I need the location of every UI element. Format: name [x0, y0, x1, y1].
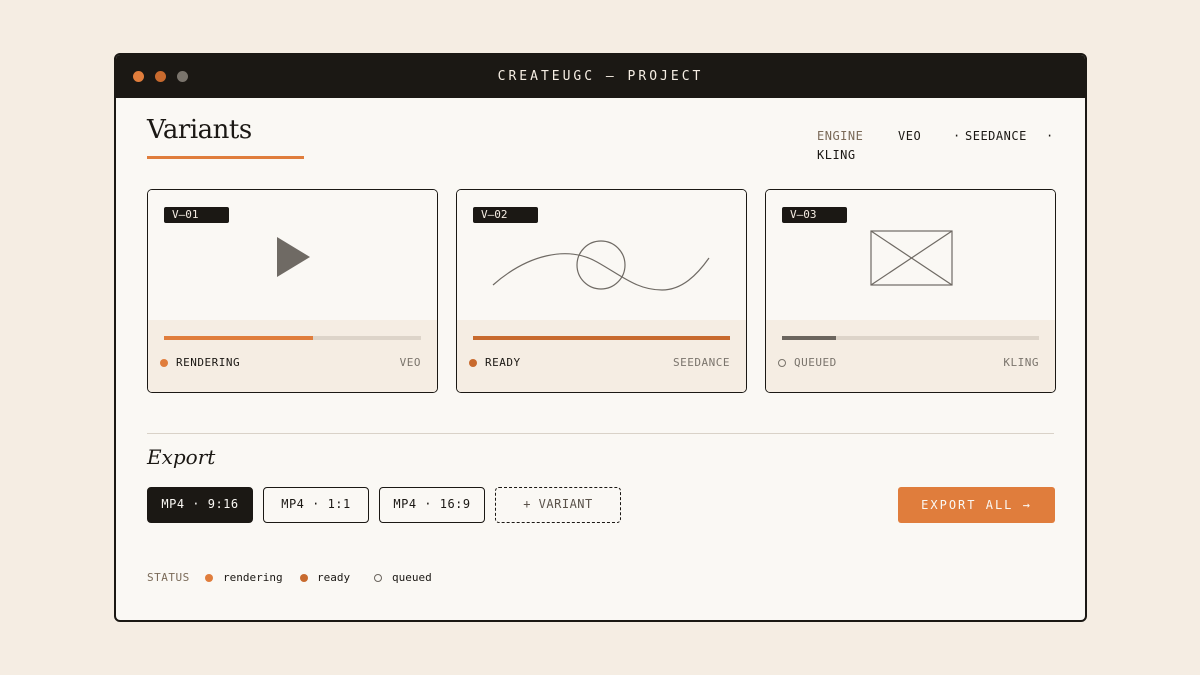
app-window: CREATEUGC — PROJECT Variants ENGINE VEO … — [114, 53, 1087, 622]
progress-bar — [782, 336, 1039, 340]
engine-option-kling[interactable]: KLING — [817, 148, 856, 162]
variant-card[interactable]: V—02 READY SEEDANCE — [456, 189, 747, 393]
legend-dot-queued — [374, 574, 382, 582]
variant-id-badge: V—01 — [164, 207, 229, 223]
variant-card[interactable]: V—01 RENDERING VEO — [147, 189, 438, 393]
export-heading: Export — [147, 445, 216, 469]
status-dot — [778, 359, 786, 367]
variant-footer: QUEUED KLING — [766, 320, 1055, 392]
progress-bar — [164, 336, 421, 340]
variant-thumbnail: V—01 — [148, 190, 437, 320]
section-divider — [147, 433, 1054, 434]
format-button-16-9[interactable]: MP4 · 16:9 — [379, 487, 485, 523]
progress-fill — [473, 336, 730, 340]
status-dot — [160, 359, 168, 367]
format-button-9-16[interactable]: MP4 · 9:16 — [147, 487, 253, 523]
progress-fill — [782, 336, 836, 340]
engine-label: SEEDANCE — [673, 356, 730, 369]
legend-item-rendering: rendering — [223, 571, 283, 584]
progress-bar — [473, 336, 730, 340]
variant-card[interactable]: V—03 QUEUED KLING — [765, 189, 1056, 393]
status-label: QUEUED — [794, 356, 837, 369]
variant-id-badge: V—02 — [473, 207, 538, 223]
legend-dot-rendering — [205, 574, 213, 582]
format-button-1-1[interactable]: MP4 · 1:1 — [263, 487, 369, 523]
engine-label: ENGINE — [817, 129, 864, 143]
engine-label: KLING — [1003, 356, 1039, 369]
engine-separator: · — [1046, 129, 1054, 143]
page-title: Variants — [147, 115, 252, 145]
legend-item-queued: queued — [392, 571, 432, 584]
export-all-button[interactable]: EXPORT ALL → — [898, 487, 1055, 523]
title-underline — [147, 156, 304, 159]
variant-footer: RENDERING VEO — [148, 320, 437, 392]
status-legend-label: STATUS — [147, 571, 190, 584]
variant-footer: READY SEEDANCE — [457, 320, 746, 392]
window-title: CREATEUGC — PROJECT — [497, 69, 704, 84]
progress-fill — [164, 336, 314, 340]
variant-thumbnail: V—02 — [457, 190, 746, 320]
legend-item-ready: ready — [317, 571, 351, 584]
status-label: RENDERING — [176, 356, 241, 369]
variant-id-badge: V—03 — [782, 207, 847, 223]
engine-label: VEO — [399, 356, 421, 369]
status-label: READY — [485, 356, 521, 369]
legend-dot-ready — [300, 574, 308, 582]
title-bar: CREATEUGC — PROJECT — [116, 55, 1085, 98]
engine-option-seedance[interactable]: SEEDANCE — [965, 129, 1027, 143]
engine-option-veo[interactable]: VEO — [898, 129, 921, 143]
engine-separator: · — [953, 129, 961, 143]
status-dot — [469, 359, 477, 367]
variant-thumbnail: V—03 — [766, 190, 1055, 320]
add-variant-button[interactable]: + VARIANT — [495, 487, 621, 523]
